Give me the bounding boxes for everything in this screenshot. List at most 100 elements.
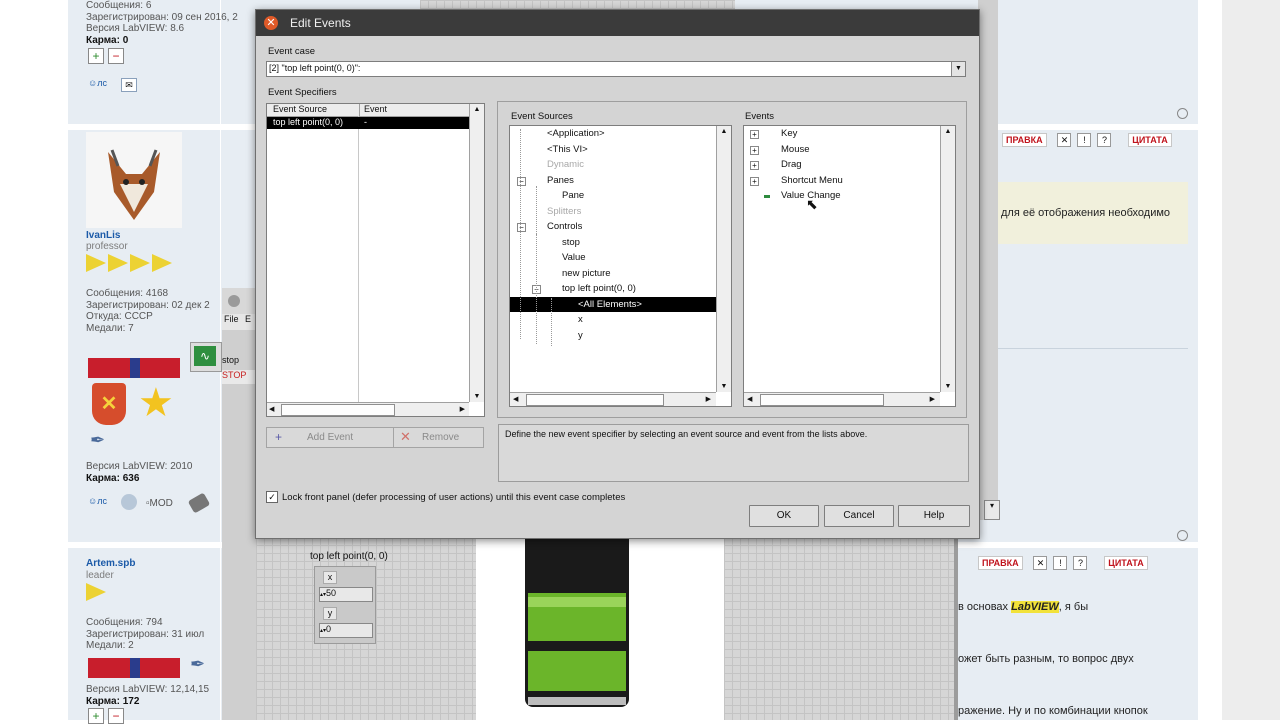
event-source-node[interactable]: new picture <box>562 266 611 282</box>
specifier-vscroll[interactable]: ▲ ▼ <box>469 104 484 402</box>
dialog-titlebar: ✕ Edit Events <box>256 10 979 36</box>
event-type-node[interactable]: Drag <box>781 157 802 173</box>
event-type-label: Mouse <box>781 143 810 155</box>
event-source-node[interactable]: <All Elements> <box>510 296 716 312</box>
x-numeric[interactable]: ▴▾50 <box>319 587 373 602</box>
scroll-top-icon[interactable] <box>1177 108 1188 119</box>
scroll-right-icon[interactable]: ▶ <box>460 405 465 413</box>
scroll-arrow-icon[interactable]: ▾ <box>984 500 1000 520</box>
event-type-node[interactable]: Key <box>781 126 797 142</box>
window-close-icon[interactable] <box>228 295 240 307</box>
edit-button[interactable]: ПРАВКА <box>1002 133 1047 147</box>
scroll-thumb[interactable] <box>281 404 395 416</box>
scroll-left-icon[interactable]: ◀ <box>269 405 274 413</box>
event-type-node[interactable]: Mouse <box>781 142 810 158</box>
scroll-up-icon[interactable]: ▲ <box>941 128 955 135</box>
warn-icon[interactable]: ? <box>1073 556 1088 570</box>
scroll-thumb[interactable] <box>526 394 664 406</box>
cancel-button[interactable]: Cancel <box>824 505 894 527</box>
help-button[interactable]: Help <box>898 505 970 527</box>
scroll-thumb[interactable] <box>760 394 884 406</box>
event-source-node[interactable]: Controls <box>547 219 582 235</box>
expand-icon[interactable]: + <box>750 176 759 186</box>
delete-icon[interactable]: ✕ <box>1057 133 1072 147</box>
chevron-down-icon[interactable]: ▼ <box>951 62 965 76</box>
add-event-button[interactable]: + Add Event <box>266 427 394 448</box>
y-numeric[interactable]: ▴▾0 <box>319 623 373 638</box>
scroll-right-icon[interactable]: ▶ <box>706 395 711 403</box>
username[interactable]: IvanLis <box>86 230 120 241</box>
lock-checkbox[interactable]: ✓ <box>266 491 278 503</box>
event-specifiers-list: Event Source Event top left point(0, 0) … <box>266 103 485 417</box>
expand-icon[interactable]: + <box>750 145 759 155</box>
karma-minus-button[interactable]: − <box>108 708 124 724</box>
col-event[interactable]: Event <box>364 104 387 114</box>
scroll-up-icon[interactable]: ▲ <box>717 128 731 135</box>
vi-icon[interactable]: ∿ <box>190 342 222 372</box>
karma-minus-button[interactable]: − <box>108 48 124 64</box>
scroll-top-icon[interactable] <box>1177 530 1188 541</box>
specifier-hscroll[interactable]: ◀ ▶ <box>267 402 469 416</box>
messages-count: Сообщения: 4168 <box>86 288 169 299</box>
expand-icon[interactable]: + <box>750 130 759 139</box>
collapse-icon[interactable]: − <box>517 176 526 186</box>
rank-stars <box>86 583 108 604</box>
medals-count: Медали: 7 <box>86 322 134 334</box>
event-case-select[interactable]: [2] "top left point(0, 0)": ▼ <box>266 61 966 77</box>
pm-button[interactable]: ☺лс <box>88 78 107 88</box>
event-source-node[interactable]: x <box>578 312 583 328</box>
website-icon[interactable] <box>121 494 137 510</box>
sources-vscroll[interactable]: ▲ ▼ <box>716 126 731 392</box>
close-icon[interactable]: ✕ <box>264 16 278 30</box>
scroll-up-icon[interactable]: ▲ <box>470 106 484 113</box>
warn-icon[interactable]: ? <box>1097 133 1112 147</box>
quote-button[interactable]: ЦИТАТА <box>1128 133 1172 147</box>
email-icon[interactable]: ✉ <box>121 78 137 92</box>
scroll-down-icon[interactable]: ▼ <box>717 383 731 390</box>
event-source-node[interactable]: Value <box>562 250 586 266</box>
karma-plus-button[interactable]: + <box>88 48 104 64</box>
event-source-node[interactable]: y <box>578 328 583 344</box>
stop-button[interactable]: STOP <box>222 370 256 384</box>
sources-hscroll[interactable]: ◀ ▶ <box>510 392 716 406</box>
scroll-down-icon[interactable]: ▼ <box>941 383 955 390</box>
event-source-node[interactable]: stop <box>562 235 580 251</box>
menu-file[interactable]: File <box>224 314 239 324</box>
scroll-down-icon[interactable]: ▼ <box>470 393 484 400</box>
event-sources-label: Event Sources <box>511 111 573 122</box>
col-event-source[interactable]: Event Source <box>273 104 327 114</box>
event-source-node[interactable]: <This VI> <box>547 142 588 158</box>
front-panel-window-edge: File E stop STOP <box>222 288 256 720</box>
event-type-node[interactable]: Shortcut Menu <box>781 173 843 189</box>
karma-plus-button[interactable]: + <box>88 708 104 724</box>
event-source-node[interactable]: <Application> <box>547 126 605 142</box>
event-source-node[interactable]: Splitters <box>547 204 581 220</box>
scroll-right-icon[interactable]: ▶ <box>930 395 935 403</box>
remove-button[interactable]: ✕ Remove <box>393 427 484 448</box>
report-icon[interactable]: ! <box>1077 133 1092 147</box>
events-hscroll[interactable]: ◀ ▶ <box>744 392 940 406</box>
ok-button[interactable]: OK <box>749 505 819 527</box>
event-source-node[interactable]: Panes <box>547 173 574 189</box>
scroll-left-icon[interactable]: ◀ <box>513 395 518 403</box>
leaf-marker-icon <box>764 195 770 198</box>
fox-avatar-icon <box>108 149 160 220</box>
quote-button[interactable]: ЦИТАТА <box>1104 556 1148 570</box>
rank-star-icon <box>86 583 106 601</box>
username[interactable]: Artem.spb <box>86 558 135 569</box>
specifier-row[interactable]: top left point(0, 0) - <box>267 117 469 129</box>
scroll-left-icon[interactable]: ◀ <box>747 395 752 403</box>
edit-button[interactable]: ПРАВКА <box>978 556 1023 570</box>
event-source-node[interactable]: Dynamic <box>547 157 584 173</box>
expand-icon[interactable]: + <box>750 161 759 170</box>
event-source-node[interactable]: Pane <box>562 188 584 204</box>
event-source-node[interactable]: top left point(0, 0) <box>562 281 636 297</box>
collapse-icon[interactable]: − <box>517 223 526 232</box>
delete-icon[interactable]: ✕ <box>1033 556 1048 570</box>
event-type-label: Drag <box>781 159 802 170</box>
pm-button[interactable]: ☺лс <box>88 496 107 506</box>
events-vscroll[interactable]: ▲ ▼ <box>940 126 955 392</box>
battery-gauge <box>525 537 629 707</box>
report-icon[interactable]: ! <box>1053 556 1068 570</box>
menu-edit[interactable]: E <box>245 314 251 324</box>
